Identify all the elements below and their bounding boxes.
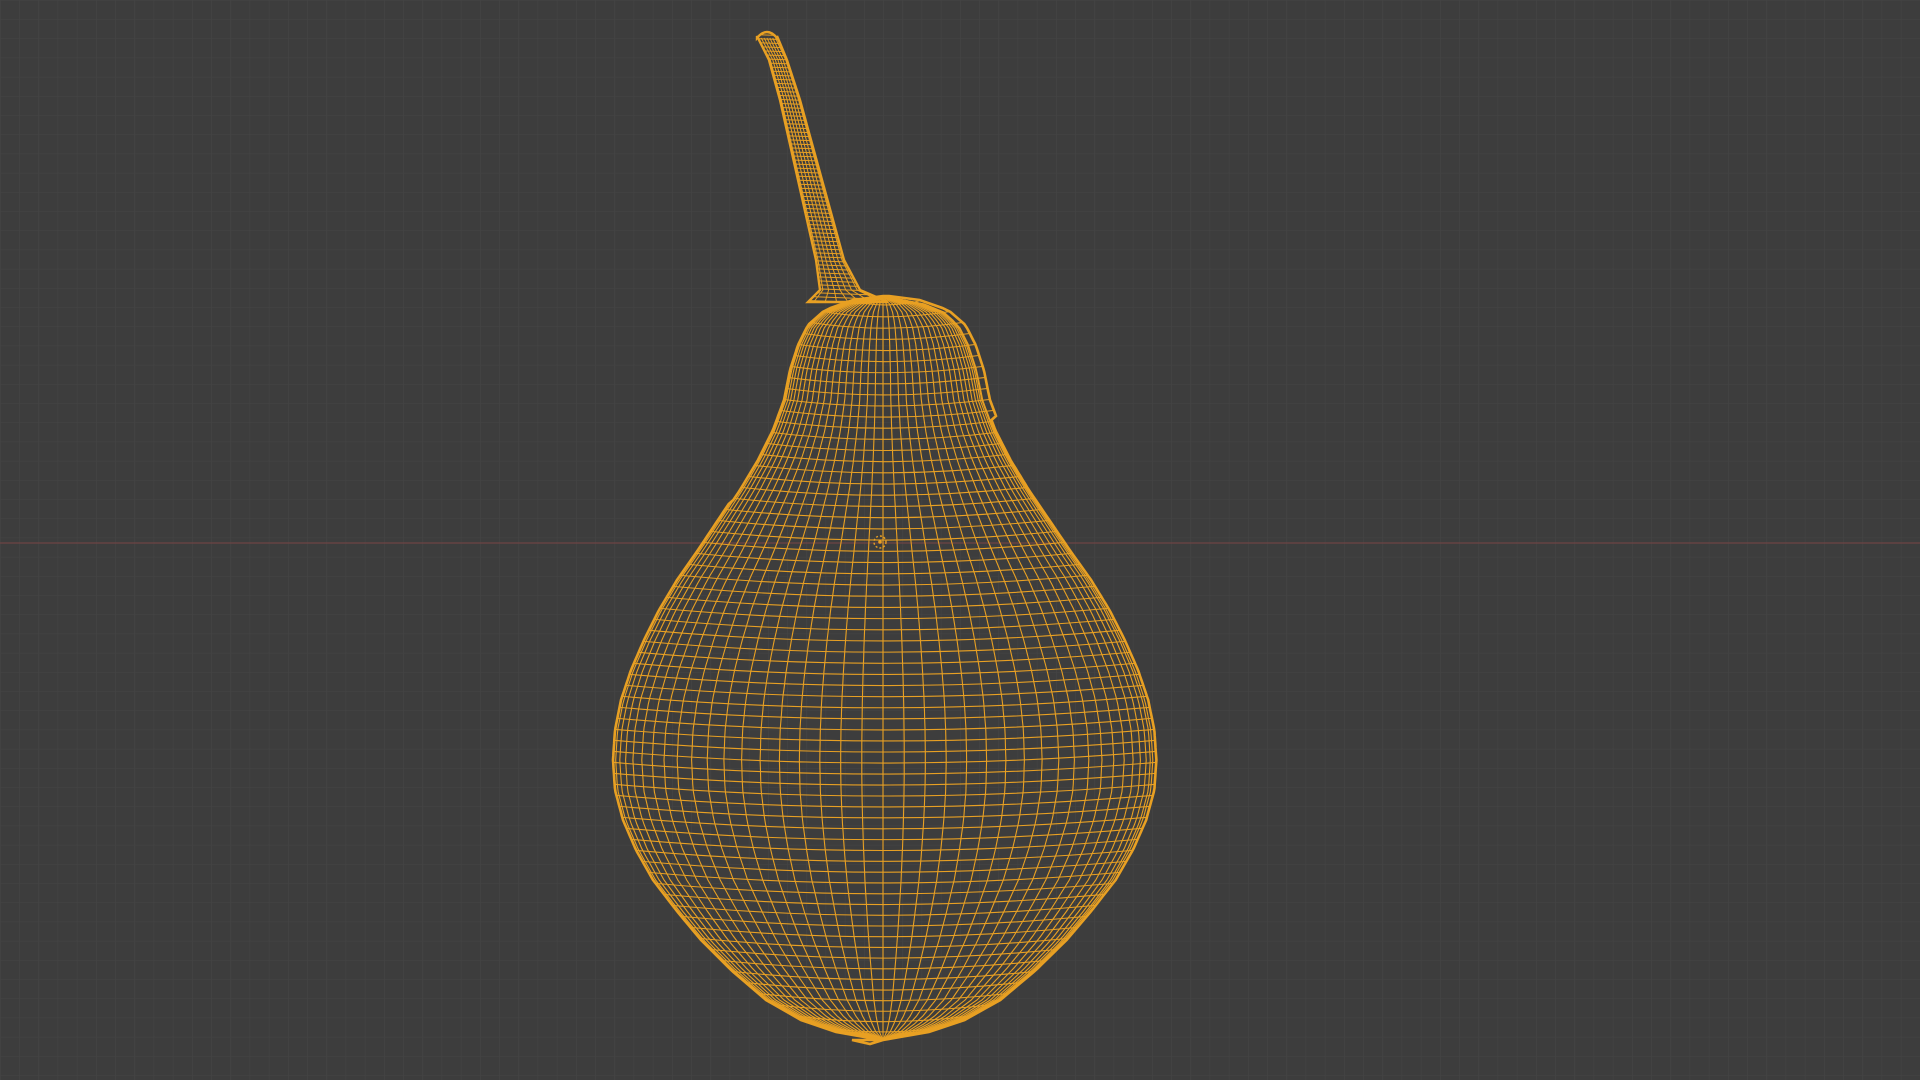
viewport-canvas[interactable] <box>0 0 1920 1080</box>
3d-viewport[interactable] <box>0 0 1920 1080</box>
